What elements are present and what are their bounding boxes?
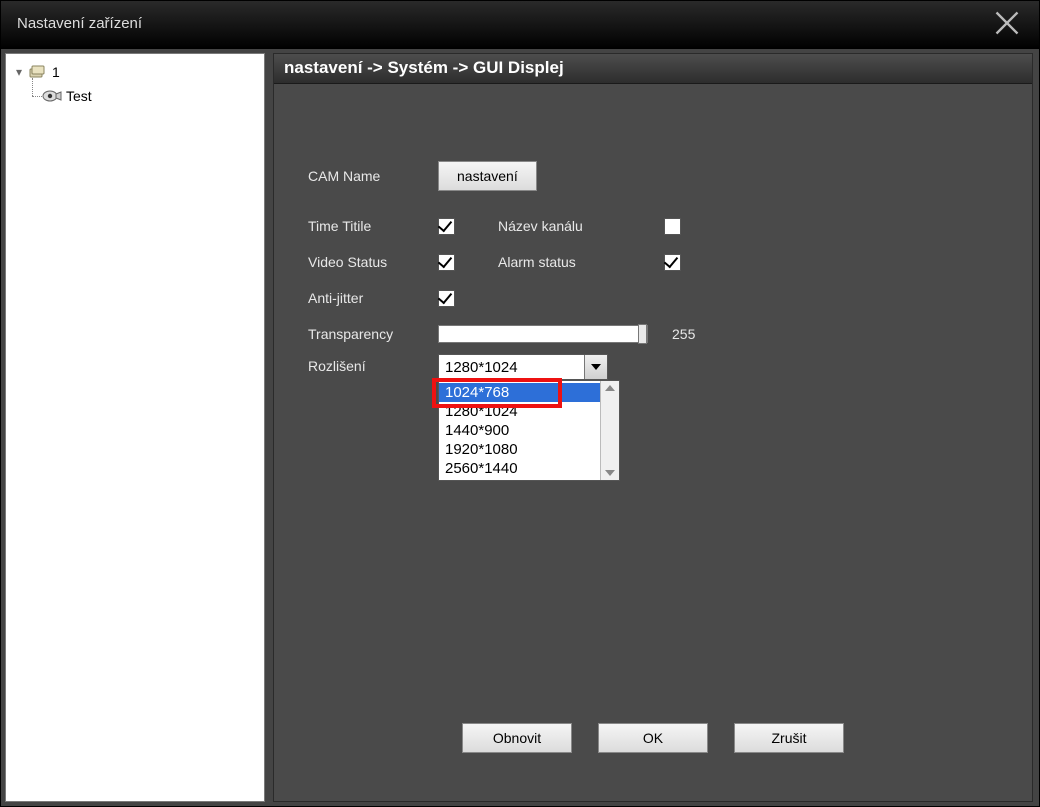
- video-status-label: Video Status: [308, 254, 438, 270]
- resolution-option[interactable]: 1920*1080: [439, 440, 600, 459]
- device-settings-dialog: Nastavení zařízení ▾ 1: [0, 0, 1040, 807]
- video-status-checkbox[interactable]: [438, 254, 455, 271]
- dialog-title: Nastavení zařízení: [17, 15, 142, 32]
- channel-name-checkbox[interactable]: [664, 218, 681, 235]
- alarm-status-checkbox[interactable]: [664, 254, 681, 271]
- transparency-row: Transparency 255: [308, 318, 1032, 350]
- cam-name-row: CAM Name nastavení: [308, 160, 1032, 192]
- channel-name-label: Název kanálu: [498, 218, 664, 234]
- anti-jitter-row: Anti-jitter: [308, 282, 1032, 314]
- dialog-titlebar: Nastavení zařízení: [1, 1, 1039, 49]
- dialog-button-row: Obnovit OK Zrušit: [274, 723, 1032, 753]
- resolution-option[interactable]: 1024*768: [439, 383, 600, 402]
- device-tree-panel: ▾ 1 Test: [5, 53, 265, 802]
- device-root-icon: [28, 64, 48, 80]
- scroll-up-icon[interactable]: [605, 385, 615, 391]
- alarm-status-label: Alarm status: [498, 254, 664, 270]
- cam-name-label: CAM Name: [308, 168, 438, 184]
- anti-jitter-label: Anti-jitter: [308, 290, 438, 306]
- transparency-slider[interactable]: [438, 325, 648, 343]
- dropdown-scrollbar[interactable]: [600, 381, 619, 480]
- tree-root-label: 1: [52, 64, 60, 80]
- video-status-row: Video Status Alarm status: [308, 246, 1032, 278]
- tree-child-label: Test: [66, 88, 92, 104]
- device-tree: ▾ 1 Test: [6, 54, 264, 114]
- time-title-label: Time Titile: [308, 218, 438, 234]
- close-icon[interactable]: [993, 9, 1021, 37]
- device-camera-icon: [42, 88, 62, 104]
- gui-display-settings: CAM Name nastavení Time Titile Název kan…: [274, 84, 1032, 386]
- resolution-selected-value: 1280*1024: [445, 359, 518, 376]
- cancel-button[interactable]: Zrušit: [734, 723, 844, 753]
- transparency-label: Transparency: [308, 326, 438, 342]
- tree-child-item[interactable]: Test: [28, 84, 260, 108]
- slider-thumb[interactable]: [638, 324, 647, 344]
- ok-button[interactable]: OK: [598, 723, 708, 753]
- resolution-combo: 1280*1024 1024*7681280*10241440*9001920*…: [438, 354, 608, 380]
- dialog-body: ▾ 1 Test nastavení -> Systém -> GUI Disp…: [1, 49, 1039, 806]
- tree-branch-icon: [28, 88, 42, 104]
- tree-collapse-icon[interactable]: ▾: [10, 65, 28, 79]
- resolution-dropdown: 1024*7681280*10241440*9001920*10802560*1…: [438, 380, 620, 481]
- resolution-option[interactable]: 2560*1440: [439, 459, 600, 478]
- resolution-option-list: 1024*7681280*10241440*9001920*10802560*1…: [439, 381, 600, 480]
- time-title-checkbox[interactable]: [438, 218, 455, 235]
- breadcrumb: nastavení -> Systém -> GUI Displej: [274, 54, 1032, 84]
- transparency-value: 255: [672, 326, 695, 342]
- chevron-down-icon[interactable]: [584, 355, 607, 379]
- resolution-option[interactable]: 1440*900: [439, 421, 600, 440]
- time-title-row: Time Titile Název kanálu: [308, 210, 1032, 242]
- scroll-down-icon[interactable]: [605, 470, 615, 476]
- resolution-option[interactable]: 1280*1024: [439, 402, 600, 421]
- settings-panel: nastavení -> Systém -> GUI Displej CAM N…: [273, 53, 1033, 802]
- anti-jitter-checkbox[interactable]: [438, 290, 455, 307]
- cam-name-settings-button[interactable]: nastavení: [438, 161, 537, 191]
- tree-root-item[interactable]: ▾ 1: [10, 60, 260, 84]
- refresh-button[interactable]: Obnovit: [462, 723, 572, 753]
- resolution-select[interactable]: 1280*1024: [438, 354, 608, 380]
- resolution-label: Rozlišení: [308, 354, 438, 374]
- resolution-row: Rozlišení 1280*1024 1024*7681280*1024144…: [308, 354, 1032, 386]
